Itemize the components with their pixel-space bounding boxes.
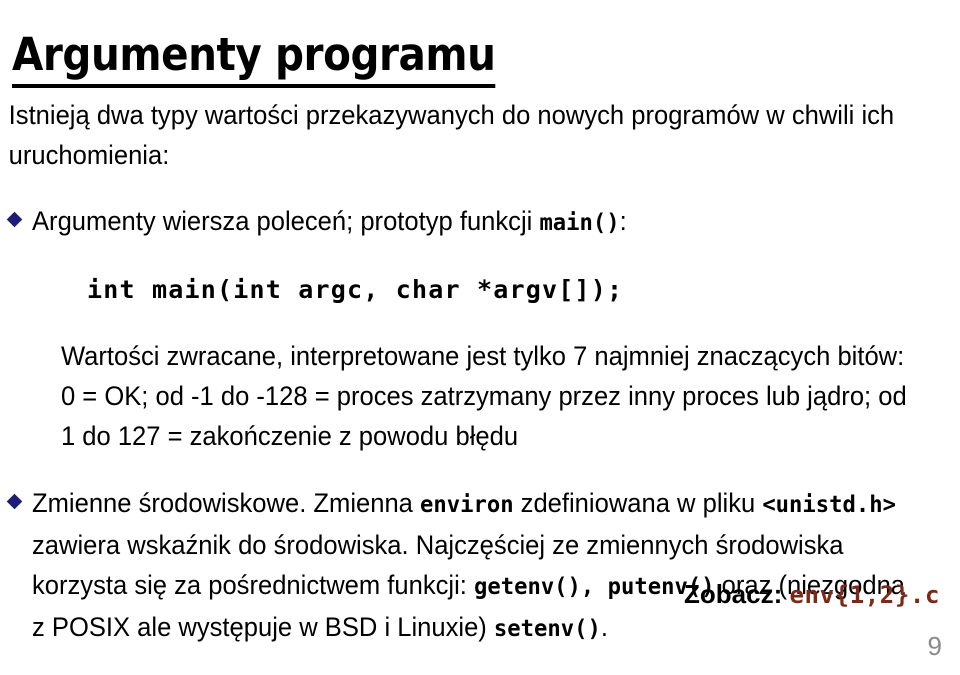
page-number: 9 xyxy=(927,631,942,661)
bullet-1-lead: Argumenty wiersza poleceń; prototyp funk… xyxy=(32,201,922,243)
bullet-1-lead-tail: : xyxy=(619,206,627,236)
bullet-1-lead-mono: main() xyxy=(539,210,620,236)
bullet-2-text: Zmienne środowiskowe. Zmienna environ zd… xyxy=(32,483,922,649)
see-also-line: Zobacz: env{1,2}.c xyxy=(684,577,940,612)
intro-paragraph: Istnieją dwa typy wartości przekazywanyc… xyxy=(8,99,895,170)
bullet-1-sub-paragraph: Wartości zwracane, interpretowane jest t… xyxy=(60,341,907,451)
see-also-label: Zobacz: xyxy=(684,579,783,609)
see-also-target: env{1,2}.c xyxy=(789,581,940,609)
diamond-bullet-icon xyxy=(6,493,23,509)
slide: Argumenty programu Istnieją dwa typy war… xyxy=(0,0,960,668)
bullet-item-1: Argumenty wiersza poleceń; prototyp funk… xyxy=(0,201,960,456)
bullet-item-2: Zmienne środowiskowe. Zmienna environ zd… xyxy=(0,483,960,649)
bullet-2-mono-unistd: <unistd.h> xyxy=(762,491,896,518)
bullet-1-lead-text: Argumenty wiersza poleceń; prototyp funk… xyxy=(32,206,540,236)
bullet-2-seg-5: . xyxy=(600,611,608,642)
bullet-2-mono-getenv-putenv: getenv(), putenv() xyxy=(474,573,715,600)
bullet-2-mono-environ: environ xyxy=(420,491,514,518)
bullet-2-seg-1: Zmienne środowiskowe. Zmienna xyxy=(32,487,421,518)
diamond-bullet-icon xyxy=(6,211,23,228)
bullet-2-mono-setenv: setenv() xyxy=(493,615,601,642)
code-prototype-line: int main(int argc, char *argv[]); xyxy=(87,274,624,304)
bullet-2-seg-2: zdefiniowana w pliku xyxy=(513,487,763,518)
